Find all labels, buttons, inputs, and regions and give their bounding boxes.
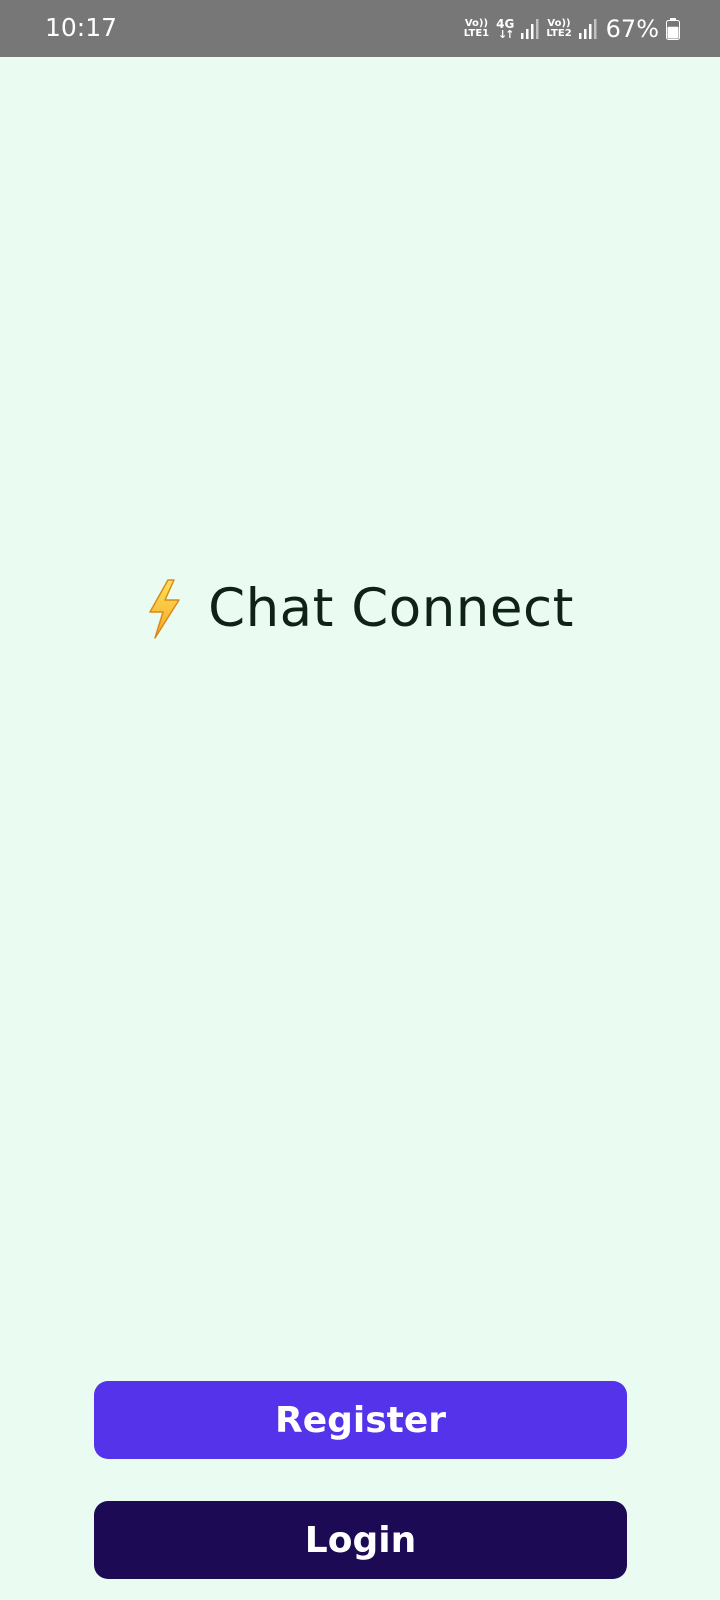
login-button-label: Login bbox=[304, 1519, 417, 1561]
register-button-label: Register bbox=[274, 1399, 447, 1441]
lightning-bolt-icon bbox=[146, 578, 182, 640]
signal-icon bbox=[578, 19, 597, 39]
status-bar: 10:17 Vo)) LTE1 4G ↓↑ Vo)) LTE2 67% bbox=[0, 0, 720, 57]
battery-icon bbox=[666, 18, 680, 40]
battery-percentage: 67% bbox=[605, 15, 659, 43]
sim1-lte-label: LTE1 bbox=[463, 28, 490, 39]
register-button[interactable]: Register bbox=[94, 1381, 627, 1459]
sim2-volte-indicator: Vo)) LTE2 bbox=[546, 19, 571, 39]
status-time: 10:17 bbox=[45, 13, 118, 42]
app-title-text: Chat Connect bbox=[208, 578, 574, 639]
sim2-lte-label: LTE2 bbox=[546, 28, 572, 39]
status-indicators: Vo)) LTE1 4G ↓↑ Vo)) LTE2 67% bbox=[464, 14, 680, 44]
sim1-volte-indicator: Vo)) LTE1 bbox=[464, 19, 489, 39]
login-button[interactable]: Login bbox=[94, 1501, 627, 1579]
data-activity-icon: ↓↑ bbox=[498, 28, 515, 41]
network-type-indicator: 4G ↓↑ bbox=[496, 18, 514, 40]
signal-icon bbox=[521, 19, 539, 39]
app-title: Chat Connect bbox=[0, 576, 720, 642]
